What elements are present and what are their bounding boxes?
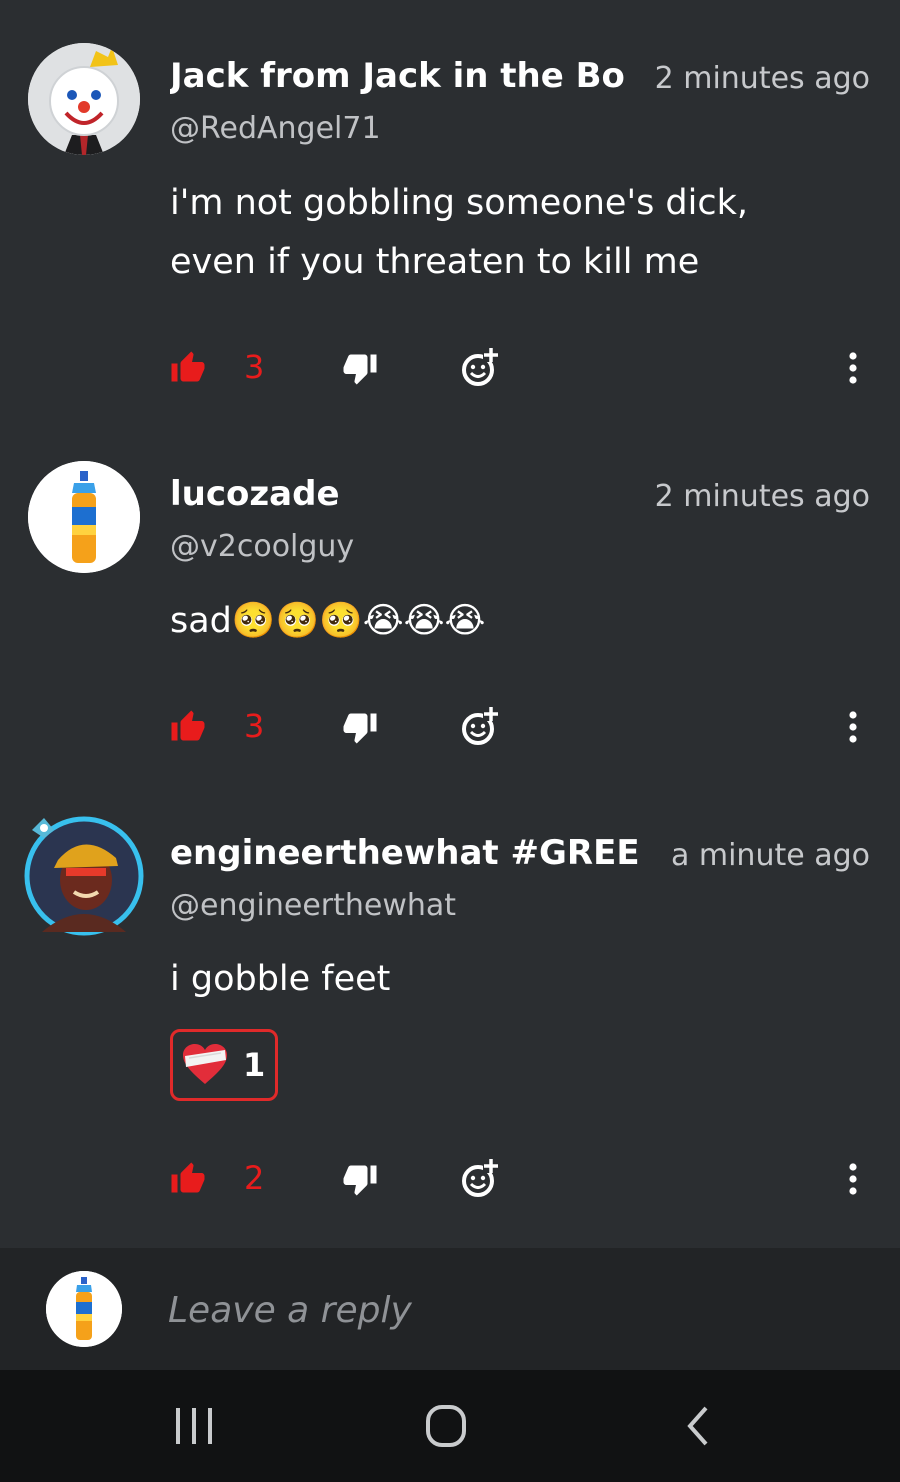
system-nav-bar: [0, 1370, 900, 1482]
comment-actions: 2: [0, 1159, 900, 1201]
like-count: 2: [244, 1159, 265, 1197]
comment-text-line: i gobble feet: [170, 959, 391, 999]
avatar[interactable]: [22, 808, 148, 936]
comment-text: i gobble feet: [170, 950, 390, 1009]
add-emoji-icon: [462, 1159, 499, 1197]
thumbs-down-icon: [343, 1165, 377, 1196]
timestamp: a minute ago: [670, 838, 870, 873]
add-reaction-button[interactable]: [458, 1157, 502, 1201]
display-name[interactable]: engineerthewhat #GREE: [170, 833, 642, 873]
reaction-chip[interactable]: 1: [170, 1029, 278, 1101]
recent-apps-icon: [176, 1408, 212, 1444]
home-icon: [426, 1405, 466, 1447]
current-user-avatar[interactable]: [46, 1271, 122, 1347]
more-vertical-icon: [849, 1163, 857, 1195]
bandaged-heart-icon: [183, 1044, 227, 1084]
user-handle[interactable]: @engineerthewhat: [170, 888, 456, 923]
thumbs-up-icon: [171, 1162, 205, 1193]
comment: engineerthewhat #GREE a minute ago @engi…: [0, 0, 900, 1240]
reaction-count: 1: [243, 1046, 266, 1084]
home-button[interactable]: [418, 1400, 474, 1452]
recent-apps-button[interactable]: [166, 1400, 222, 1452]
reply-input[interactable]: [168, 1282, 868, 1338]
more-options-button[interactable]: [838, 1159, 868, 1199]
comments-screen: Jack from Jack in the Bo 2 minutes ago @…: [0, 0, 900, 1482]
reply-bar: [0, 1248, 900, 1370]
back-icon: [687, 1406, 708, 1446]
dislike-button[interactable]: [342, 1161, 378, 1197]
back-button[interactable]: [670, 1400, 726, 1452]
like-button[interactable]: [170, 1161, 206, 1197]
